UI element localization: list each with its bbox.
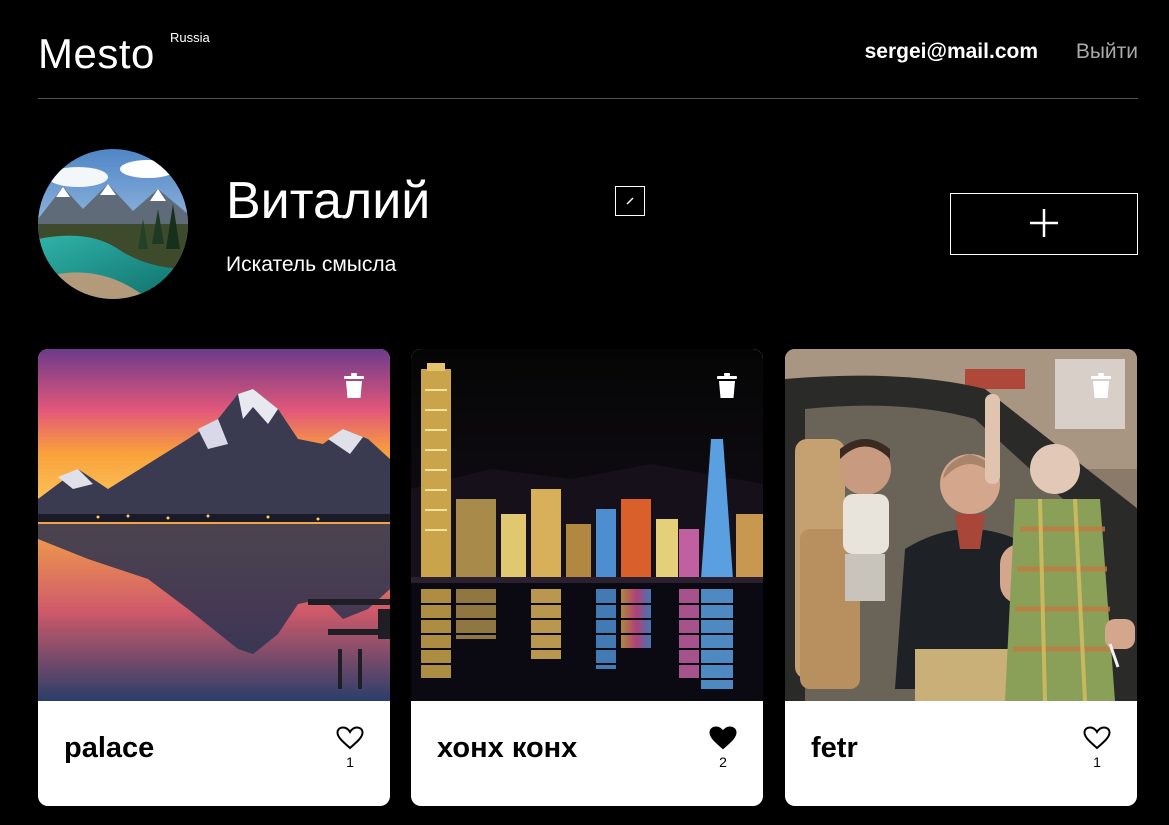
like-count: 1 <box>346 754 354 770</box>
like-group: 1 <box>336 726 364 769</box>
trash-icon[interactable] <box>342 373 366 399</box>
edit-profile-button[interactable] <box>615 186 645 216</box>
card: fetr 1 <box>785 349 1137 806</box>
logo-subtitle: Russia <box>170 30 210 45</box>
card-title: palace <box>64 732 155 764</box>
heart-filled-icon[interactable] <box>709 726 737 750</box>
like-group: 1 <box>1083 726 1111 769</box>
card: хонх конх 2 <box>411 349 763 806</box>
like-group: 2 <box>709 726 737 769</box>
trash-icon[interactable] <box>1089 373 1113 399</box>
logo: Mesto <box>38 30 155 77</box>
card-title: хонх конх <box>437 732 578 764</box>
header: Mesto Russia sergei@mail.com Выйти <box>38 0 1138 99</box>
card-image[interactable] <box>38 349 390 701</box>
card-title: fetr <box>811 732 858 764</box>
add-card-button[interactable] <box>950 193 1138 255</box>
card-image[interactable] <box>785 349 1137 701</box>
trash-icon[interactable] <box>715 373 739 399</box>
heart-outline-icon[interactable] <box>1083 726 1111 750</box>
profile-name: Виталий <box>226 172 431 230</box>
logout-link[interactable]: Выйти <box>1076 41 1138 62</box>
avatar[interactable] <box>38 149 188 299</box>
card: palace 1 <box>38 349 390 806</box>
user-email: sergei@mail.com <box>864 40 1038 63</box>
plus-icon <box>1030 209 1058 237</box>
like-count: 1 <box>1093 754 1101 770</box>
heart-outline-icon[interactable] <box>336 726 364 750</box>
pencil-icon <box>626 197 634 205</box>
like-count: 2 <box>719 754 727 770</box>
card-image[interactable] <box>411 349 763 701</box>
profile-about: Искатель смысла <box>226 253 397 276</box>
